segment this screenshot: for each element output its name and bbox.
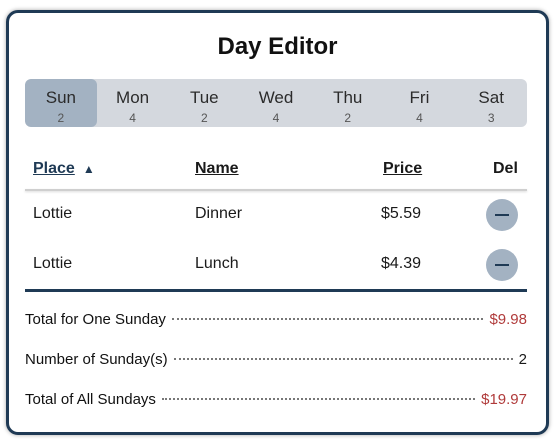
day-count-label: Number of Sunday(s): [25, 351, 168, 368]
column-header-del: Del: [493, 160, 518, 177]
day-count-value: 2: [518, 351, 527, 368]
leader-dots: [171, 318, 484, 320]
day-count-row: Number of Sunday(s) 2: [25, 351, 527, 373]
tab-count: 3: [487, 111, 495, 125]
tab-count: 4: [129, 111, 136, 125]
leader-dots: [173, 358, 513, 360]
total-one-day-label: Total for One Sunday: [25, 311, 166, 328]
tab-count: 4: [272, 111, 280, 125]
cell-name: Lunch: [195, 255, 239, 272]
tab-fri[interactable]: Fri 4: [384, 79, 456, 127]
delete-button[interactable]: [486, 249, 518, 281]
cell-name: Dinner: [195, 205, 243, 222]
table-row: Lottie Lunch $4.39: [25, 241, 527, 291]
leader-dots: [161, 398, 476, 400]
total-all-days-value: $19.97: [481, 391, 527, 408]
tab-wed[interactable]: Wed 4: [240, 79, 312, 127]
tab-day-label: Sat: [478, 88, 504, 107]
cell-price: $4.39: [380, 255, 421, 272]
column-header-name[interactable]: Name: [195, 160, 239, 178]
cell-price: $5.59: [380, 205, 421, 222]
tab-sat[interactable]: Sat 3: [455, 79, 527, 127]
tab-day-label: Sun: [45, 88, 76, 107]
minus-icon: [495, 214, 509, 216]
tab-day-label: Thu: [333, 88, 363, 107]
column-header-place-label: Place: [33, 160, 75, 177]
caret-up-icon: ▲: [82, 162, 95, 176]
tab-count: 2: [200, 111, 208, 125]
tab-thu[interactable]: Thu 2: [312, 79, 384, 127]
day-tabs: Sun 2 Mon 4 Tue 2 Wed 4 Thu 2 Fri 4 Sat …: [25, 79, 527, 127]
tab-day-label: Fri: [409, 88, 430, 107]
tab-day-label: Tue: [189, 88, 219, 107]
minus-icon: [495, 264, 509, 266]
tab-day-label: Mon: [116, 88, 150, 107]
tab-sun[interactable]: Sun 2: [25, 79, 97, 127]
delete-button[interactable]: [486, 199, 518, 231]
total-one-day-row: Total for One Sunday $9.98: [25, 311, 527, 333]
tab-mon[interactable]: Mon 4: [97, 79, 169, 127]
cell-place: Lottie: [33, 205, 73, 222]
total-all-days-label: Total of All Sundays: [25, 391, 156, 408]
table-header: Place ▲ Name Price Del: [25, 153, 527, 189]
column-header-price[interactable]: Price: [383, 160, 422, 178]
day-editor-card: Day Editor Sun 2 Mon 4 Tue 2 Wed 4 Thu 2…: [6, 10, 549, 435]
tab-count: 2: [57, 111, 65, 125]
page-title: Day Editor: [217, 33, 338, 60]
table-row: Lottie Dinner $5.59: [25, 191, 527, 241]
tab-tue[interactable]: Tue 2: [168, 79, 240, 127]
tab-count: 4: [416, 111, 423, 125]
column-header-place[interactable]: Place ▲: [33, 160, 95, 178]
total-one-day-value: $9.98: [489, 311, 527, 328]
total-all-days-row: Total of All Sundays $19.97: [25, 391, 527, 413]
table-bottom-divider: [25, 289, 527, 292]
tab-count: 2: [344, 111, 352, 125]
cell-place: Lottie: [33, 255, 73, 272]
tab-day-label: Wed: [258, 88, 294, 107]
